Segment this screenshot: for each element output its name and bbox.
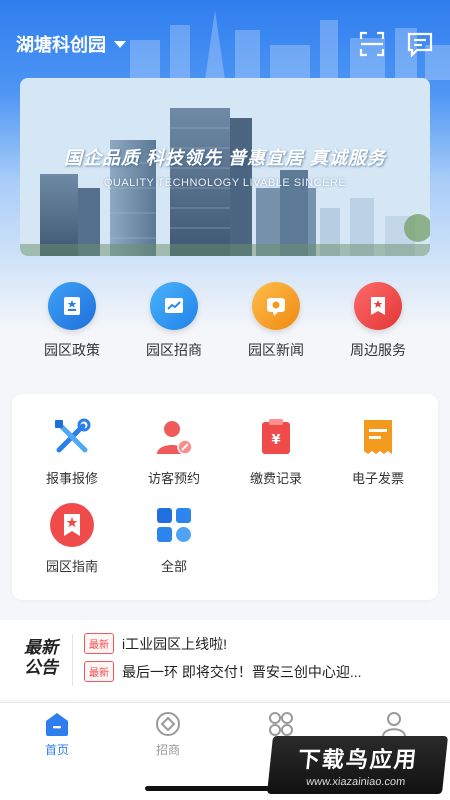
quick-link-label: 园区政策 <box>44 342 100 358</box>
service-invoice[interactable]: 电子发票 <box>328 414 428 487</box>
star-icon <box>354 282 402 330</box>
service-card: 报事报修 访客预约 ¥ 缴费记录 电子发票 园区指南 全部 <box>12 394 438 600</box>
banner-slogan: 国企品质 科技领先 普惠宜居 真诚服务 <box>63 148 386 168</box>
hero-banner[interactable]: 国企品质 科技领先 普惠宜居 真诚服务 QUALITY TECHNOLOGY L… <box>20 78 430 256</box>
announcement-logo-line1: 最新 <box>24 638 58 657</box>
banner-subtitle: QUALITY TECHNOLOGY LIVABLE SINCERE <box>103 177 347 189</box>
profile-icon <box>382 712 406 737</box>
policy-icon <box>48 282 96 330</box>
home-icon <box>46 713 68 736</box>
header-actions <box>358 30 434 58</box>
repair-tools-icon <box>49 414 95 460</box>
quick-link-label: 园区招商 <box>146 342 202 358</box>
tab-label: 首页 <box>44 743 69 757</box>
quick-link-news[interactable]: 园区新闻 <box>226 282 326 362</box>
quick-link-nearby[interactable]: 周边服务 <box>328 282 428 362</box>
quick-link-label: 园区新闻 <box>248 342 304 358</box>
quick-link-policy[interactable]: 园区政策 <box>22 282 122 362</box>
service-repair[interactable]: 报事报修 <box>22 414 122 487</box>
service-label: 报事报修 <box>45 471 98 486</box>
quick-link-label: 周边服务 <box>350 342 406 358</box>
chart-icon <box>150 282 198 330</box>
announcement-logo: 最新 公告 <box>24 638 68 678</box>
top-header: 湖塘科创园 <box>0 24 450 64</box>
invoice-icon <box>355 414 401 460</box>
caret-down-icon <box>114 40 126 48</box>
watermark-url: www.xiazainiao.com <box>305 776 406 788</box>
new-badge: 最新 <box>84 633 114 654</box>
investment-icon <box>156 712 180 736</box>
service-label: 全部 <box>160 559 187 574</box>
apps-icon <box>269 712 293 736</box>
quick-link-investment[interactable]: 园区招商 <box>124 282 224 362</box>
news-icon <box>252 282 300 330</box>
service-payment[interactable]: ¥ 缴费记录 <box>226 414 326 487</box>
message-icon[interactable] <box>406 30 434 58</box>
announcement-item[interactable]: 最新 最后一环 即将交付！晋安三创中心迎... <box>84 661 362 682</box>
park-selector[interactable]: 湖塘科创园 <box>16 31 126 57</box>
announcement-logo-line2: 公告 <box>24 658 58 677</box>
svg-text:¥: ¥ <box>271 433 280 448</box>
announcement-item[interactable]: 最新 i工业园区上线啦! <box>84 633 227 654</box>
announcement-text: 最后一环 即将交付！晋安三创中心迎... <box>122 663 362 680</box>
new-badge: 最新 <box>84 661 114 682</box>
announcement-divider <box>72 634 73 686</box>
payment-icon: ¥ <box>253 414 299 460</box>
service-label: 缴费记录 <box>249 471 302 486</box>
watermark-logo: 下载鸟应用 www.xiazainiao.com <box>266 736 449 794</box>
watermark-title: 下载鸟应用 <box>296 747 420 772</box>
quick-links-row: 园区政策 园区招商 园区新闻 周边服务 <box>20 282 430 362</box>
service-guide[interactable]: 园区指南 <box>22 502 122 575</box>
service-label: 访客预约 <box>147 471 200 486</box>
tab-investment[interactable]: 招商 <box>128 711 208 758</box>
guide-icon <box>49 502 95 548</box>
announcement-bar: 最新 公告 最新 i工业园区上线啦! 最新 最后一环 即将交付！晋安三创中心迎.… <box>0 620 450 700</box>
all-grid-icon <box>151 502 197 548</box>
visitor-icon <box>151 414 197 460</box>
service-label: 电子发票 <box>351 471 404 486</box>
park-name-label: 湖塘科创园 <box>16 35 106 55</box>
tab-label: 招商 <box>155 743 180 757</box>
announcement-text: i工业园区上线啦! <box>122 635 227 652</box>
tab-home[interactable]: 首页 <box>17 711 97 758</box>
scan-icon[interactable] <box>358 30 386 58</box>
service-visitor[interactable]: 访客预约 <box>124 414 224 487</box>
service-label: 园区指南 <box>45 559 98 574</box>
service-all[interactable]: 全部 <box>124 502 224 575</box>
